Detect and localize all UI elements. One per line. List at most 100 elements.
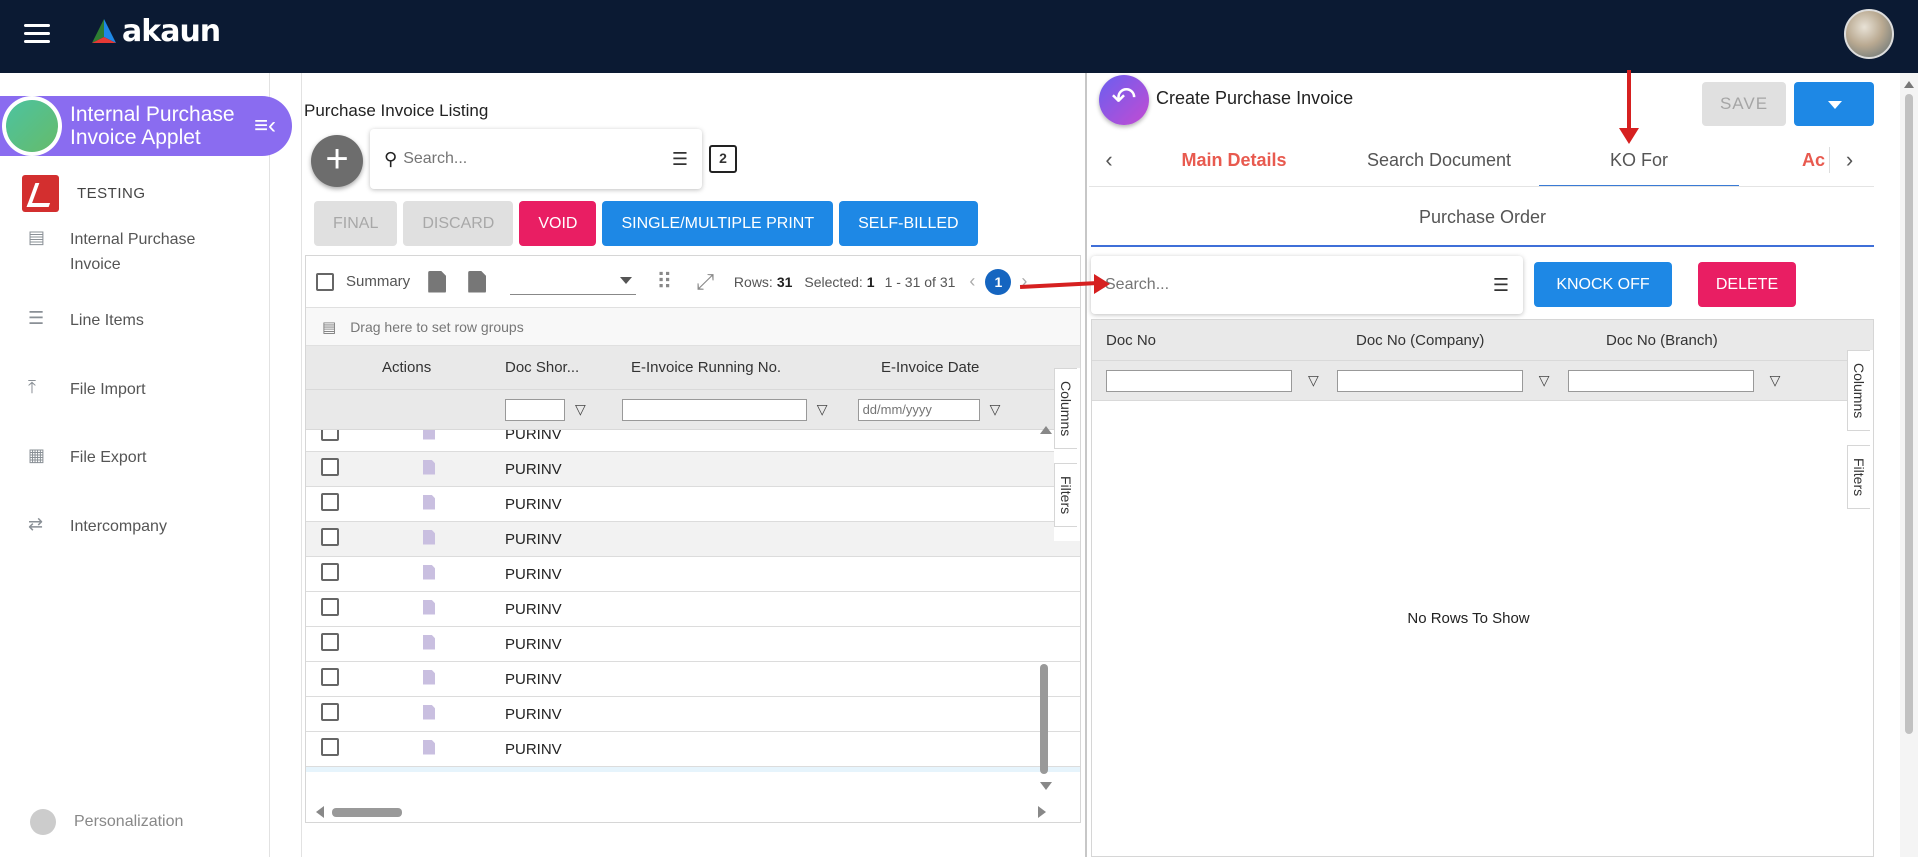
self-billed-button[interactable]: SELF-BILLED	[839, 201, 978, 246]
document-icon[interactable]	[423, 494, 435, 510]
discard-button[interactable]: DISCARD	[403, 201, 514, 246]
document-icon[interactable]	[423, 430, 435, 440]
row-checkbox[interactable]	[321, 703, 339, 721]
void-button[interactable]: VOID	[519, 201, 597, 246]
document-icon[interactable]	[423, 704, 435, 720]
scroll-thumb[interactable]	[1040, 664, 1048, 774]
doc-no-company-filter-input[interactable]	[1336, 369, 1523, 392]
tab-next-icon[interactable]: ›	[1829, 146, 1869, 173]
row-checkbox[interactable]	[321, 430, 339, 441]
scroll-right-icon[interactable]	[1038, 806, 1046, 818]
table-row[interactable]: PURINV	[306, 697, 1080, 732]
filters-tab[interactable]: Filters	[1847, 445, 1870, 510]
scroll-up-icon[interactable]	[1904, 81, 1914, 88]
page-scrollbar[interactable]	[1900, 73, 1918, 857]
hscroll-thumb[interactable]	[332, 807, 402, 817]
user-avatar[interactable]	[1844, 9, 1894, 59]
table-row[interactable]: PURINV	[306, 522, 1080, 557]
add-button[interactable]: +	[311, 135, 363, 187]
columns-tab[interactable]: Columns	[1847, 350, 1870, 432]
document-alt-icon[interactable]	[468, 270, 487, 293]
scroll-left-icon[interactable]	[316, 806, 324, 818]
document-icon[interactable]	[423, 459, 435, 475]
row-group-bar[interactable]: ▤ Drag here to set row groups	[306, 308, 1080, 346]
collapse-sidebar-icon[interactable]: ≡‹	[254, 112, 276, 140]
document-icon[interactable]	[423, 739, 435, 755]
column-header-doc-no[interactable]: Doc No	[1092, 332, 1342, 349]
row-checkbox[interactable]	[321, 633, 339, 651]
tab-ko-for[interactable]: KO For	[1539, 133, 1739, 186]
sidebar-item-file-import[interactable]: ⤒ File Import	[28, 377, 240, 402]
save-button[interactable]: SAVE	[1702, 82, 1786, 126]
table-row[interactable]: PURINV	[306, 732, 1080, 767]
table-row[interactable]: PURINV	[306, 487, 1080, 522]
doc-short-filter-input[interactable]	[505, 398, 565, 421]
row-checkbox[interactable]	[321, 493, 339, 511]
tab-search-document[interactable]: Search Document	[1339, 133, 1539, 186]
row-checkbox[interactable]	[321, 563, 339, 581]
einvoice-no-filter-input[interactable]	[621, 398, 807, 421]
table-row[interactable]: PURINV	[306, 430, 1080, 452]
horizontal-scrollbar[interactable]	[306, 802, 1046, 822]
row-checkbox[interactable]	[321, 458, 339, 476]
back-button[interactable]: ↶	[1099, 75, 1149, 125]
tab-account[interactable]: Ac	[1739, 133, 1829, 186]
tab-prev-icon[interactable]: ‹	[1089, 147, 1129, 173]
company-selector[interactable]: TESTING	[22, 175, 146, 212]
app-logo[interactable]: akaun	[88, 14, 221, 49]
row-checkbox[interactable]	[321, 668, 339, 686]
table-row[interactable]: PURINV	[306, 592, 1080, 627]
table-row[interactable]: PURINV	[306, 452, 1080, 487]
scroll-down-icon[interactable]	[1040, 782, 1052, 790]
tab-main-details[interactable]: Main Details	[1129, 133, 1339, 186]
vertical-scrollbar[interactable]	[1040, 426, 1052, 790]
table-row[interactable]: PURINV	[306, 627, 1080, 662]
search-input[interactable]	[403, 150, 672, 168]
document-icon[interactable]	[423, 669, 435, 685]
doc-no-filter-input[interactable]	[1106, 369, 1292, 392]
prev-page-icon[interactable]: ‹	[969, 271, 975, 292]
summary-checkbox[interactable]	[316, 272, 334, 291]
table-row[interactable]: PURINV	[306, 662, 1080, 697]
filter-icon[interactable]: ☰	[672, 149, 688, 170]
filter-icon[interactable]: ▽	[575, 401, 586, 418]
page-number[interactable]: 1	[985, 268, 1012, 295]
filter-icon[interactable]: ☰	[1493, 275, 1509, 296]
column-header-actions[interactable]: Actions	[368, 359, 493, 376]
scroll-up-icon[interactable]	[1040, 426, 1052, 434]
filter-icon[interactable]: ▽	[1539, 372, 1550, 389]
einvoice-date-filter-input[interactable]	[857, 398, 980, 421]
row-checkbox[interactable]	[321, 598, 339, 616]
sidebar-item-intercompany[interactable]: ⇄ Intercompany	[28, 514, 240, 539]
more-actions-dropdown[interactable]	[1794, 82, 1874, 126]
multi-copy-icon[interactable]: 2	[709, 145, 737, 173]
delete-button[interactable]: DELETE	[1698, 262, 1796, 307]
ko-search-input[interactable]	[1105, 276, 1493, 294]
view-select[interactable]	[510, 269, 637, 295]
personalization-link[interactable]: Personalization	[30, 809, 183, 835]
filter-icon[interactable]: ▽	[990, 401, 1001, 418]
doc-no-branch-filter-input[interactable]	[1567, 369, 1754, 392]
sidebar-item-internal-purchase-invoice[interactable]: ▤ Internal Purchase Invoice	[28, 227, 240, 277]
document-icon[interactable]	[423, 634, 435, 650]
expand-icon[interactable]: ⤢	[696, 269, 714, 295]
column-header-einvoice-date[interactable]: E-Invoice Date	[869, 359, 979, 376]
table-row[interactable]: PURINV	[306, 557, 1080, 592]
subtab-purchase-order[interactable]: Purchase Order	[1091, 187, 1874, 247]
knock-off-button[interactable]: KNOCK OFF	[1534, 262, 1672, 307]
row-checkbox[interactable]	[321, 738, 339, 756]
column-header-doc-short[interactable]: Doc Shor...	[493, 359, 619, 376]
filter-icon[interactable]: ▽	[817, 401, 828, 418]
filter-icon[interactable]: ▽	[1770, 372, 1781, 389]
filter-icon[interactable]: ▽	[1308, 372, 1319, 389]
column-header-doc-no-branch[interactable]: Doc No (Branch)	[1592, 332, 1842, 349]
final-button[interactable]: FINAL	[314, 201, 398, 246]
sidebar-item-file-export[interactable]: ▦ File Export	[28, 445, 240, 470]
menu-icon[interactable]	[24, 24, 50, 44]
columns-tab[interactable]: Columns	[1054, 368, 1077, 450]
document-icon[interactable]	[423, 599, 435, 615]
print-button[interactable]: SINGLE/MULTIPLE PRINT	[602, 201, 834, 246]
row-checkbox[interactable]	[321, 528, 339, 546]
page-scroll-thumb[interactable]	[1905, 94, 1913, 734]
document-icon[interactable]	[423, 529, 435, 545]
